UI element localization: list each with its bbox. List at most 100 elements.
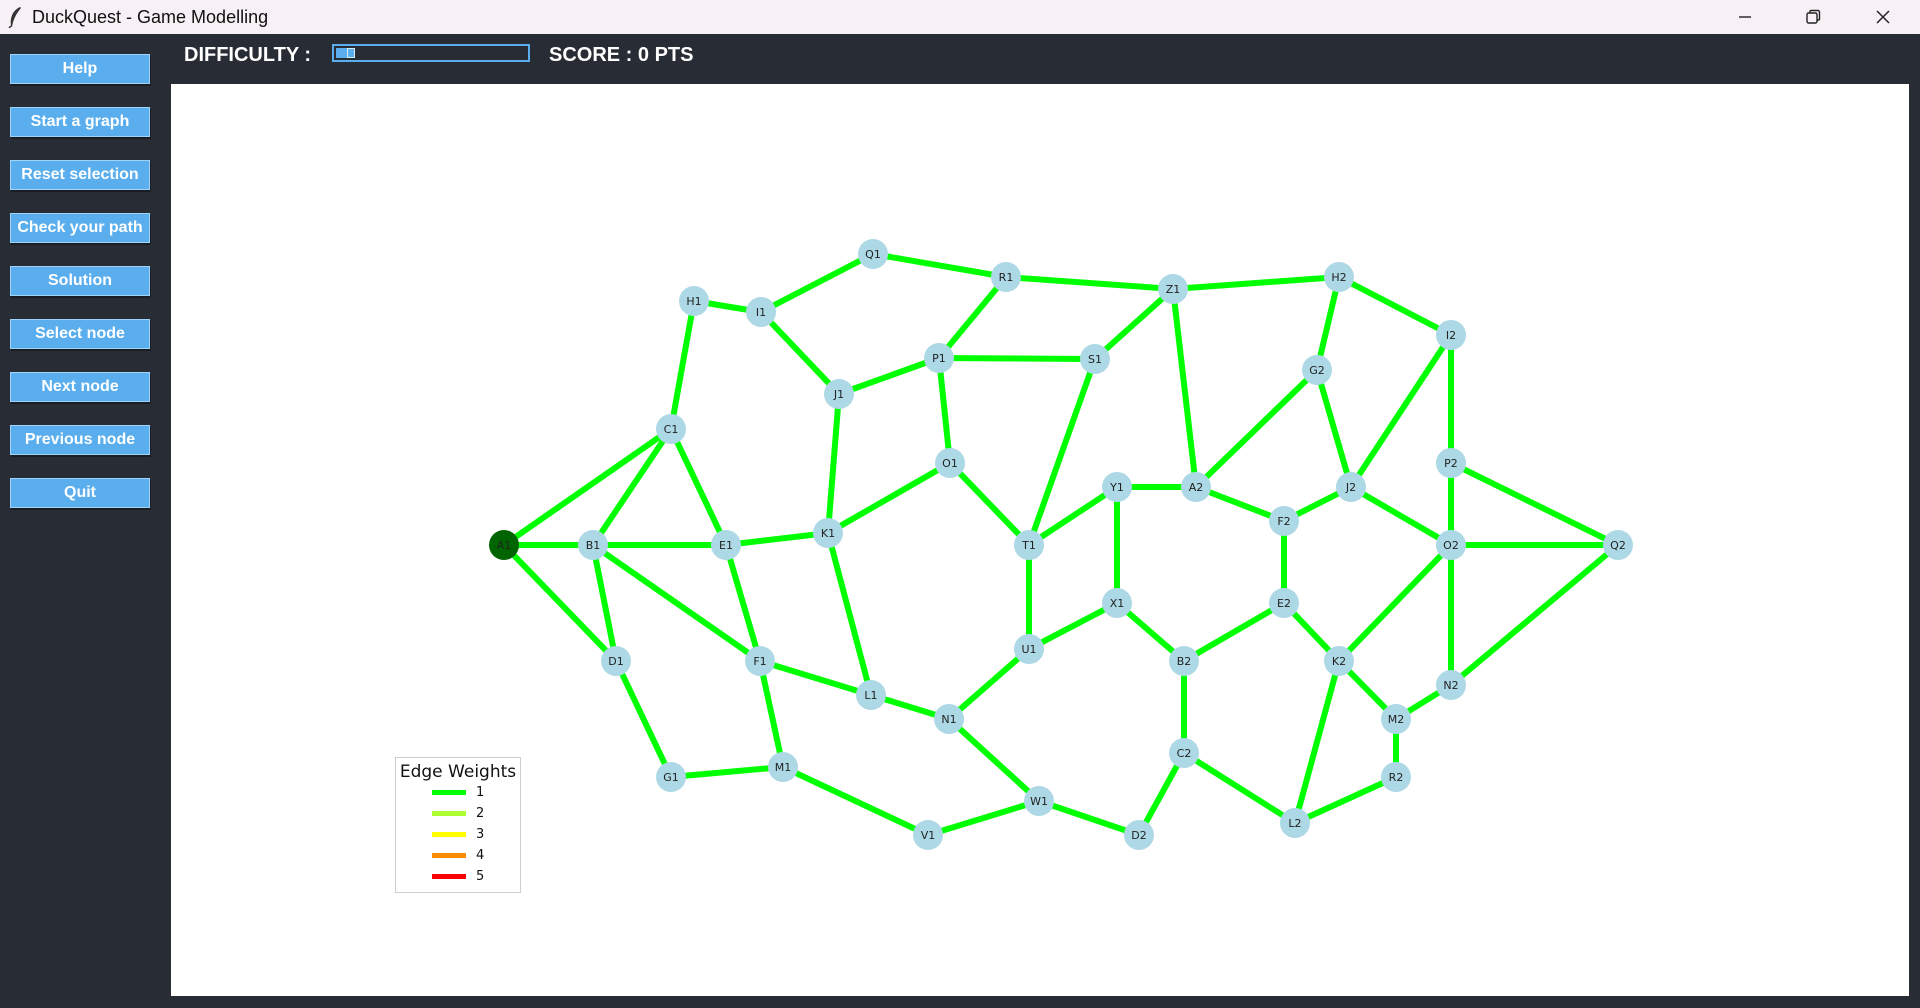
node-X1[interactable]: X1 <box>1102 588 1132 618</box>
previous-node-button[interactable]: Previous node <box>10 425 150 455</box>
node-label: B2 <box>1177 655 1192 668</box>
select-node-button[interactable]: Select node <box>10 319 150 349</box>
restore-button[interactable] <box>1780 0 1846 34</box>
node-A1[interactable]: A1 <box>489 530 519 560</box>
node-Q2[interactable]: Q2 <box>1603 530 1633 560</box>
help-button[interactable]: Help <box>10 54 150 84</box>
node-label: B1 <box>586 539 601 552</box>
legend-label: 3 <box>476 827 485 842</box>
edge-N1-W1 <box>946 716 1042 804</box>
node-V1[interactable]: V1 <box>913 820 943 850</box>
node-D1[interactable]: D1 <box>601 646 631 676</box>
node-M1[interactable]: M1 <box>768 752 798 782</box>
node-Z1[interactable]: Z1 <box>1158 274 1188 304</box>
node-H2[interactable]: H2 <box>1324 262 1354 292</box>
node-Y1[interactable]: Y1 <box>1102 472 1132 502</box>
node-K2[interactable]: K2 <box>1324 646 1354 676</box>
node-I2[interactable]: I2 <box>1436 320 1466 350</box>
start-graph-button[interactable]: Start a graph <box>10 107 150 137</box>
node-C1[interactable]: C1 <box>656 414 686 444</box>
node-label: F2 <box>1277 515 1290 528</box>
node-G1[interactable]: G1 <box>656 762 686 792</box>
node-label: D1 <box>608 655 623 668</box>
node-C2[interactable]: C2 <box>1169 738 1199 768</box>
node-E2[interactable]: E2 <box>1269 588 1299 618</box>
node-I1[interactable]: I1 <box>746 297 776 327</box>
node-label: A2 <box>1189 481 1204 494</box>
edge-H2-I2 <box>1337 274 1453 338</box>
edge-N2-Q2 <box>1449 542 1620 688</box>
node-label: I2 <box>1446 329 1456 342</box>
node-B2[interactable]: B2 <box>1169 646 1199 676</box>
node-U1[interactable]: U1 <box>1014 634 1044 664</box>
legend-label: 2 <box>476 806 485 821</box>
node-T1[interactable]: T1 <box>1014 530 1044 560</box>
node-D2[interactable]: D2 <box>1124 820 1154 850</box>
edge-I2-J2 <box>1348 333 1454 489</box>
node-W1[interactable]: W1 <box>1024 786 1054 816</box>
node-A2[interactable]: A2 <box>1181 472 1211 502</box>
node-E1[interactable]: E1 <box>711 530 741 560</box>
edge-B2-E2 <box>1182 600 1286 664</box>
node-label: L1 <box>864 689 877 702</box>
close-icon <box>1876 10 1890 24</box>
edge-W1-D2 <box>1038 798 1140 838</box>
legend-label: 4 <box>476 848 485 863</box>
title-bar: DuckQuest - Game Modelling <box>0 0 1920 34</box>
minimize-button[interactable] <box>1712 0 1778 34</box>
edge-weights-legend: Edge Weights 1 2 3 4 5 <box>395 757 521 893</box>
edge-M1-V1 <box>781 764 930 838</box>
legend-item: 2 <box>432 803 520 824</box>
solution-button[interactable]: Solution <box>10 266 150 296</box>
node-label: L2 <box>1288 817 1301 830</box>
edge-N1-U1 <box>947 646 1031 722</box>
node-O2[interactable]: O2 <box>1436 530 1466 560</box>
edge-B1-F1 <box>591 542 762 664</box>
graph-canvas[interactable]: A1 B1 C1 D1 E1 F1 G1 H1 I1 J1 K1 L1 M1 N1 O1 P1 Q1 R1 S1 T1… <box>171 84 1909 996</box>
node-label: N1 <box>941 713 956 726</box>
node-label: S1 <box>1088 353 1102 366</box>
node-label: D2 <box>1131 829 1146 842</box>
node-P1[interactable]: P1 <box>924 343 954 373</box>
node-R2[interactable]: R2 <box>1381 762 1411 792</box>
node-O1[interactable]: O1 <box>935 448 965 478</box>
node-label: E1 <box>719 539 733 552</box>
check-path-button[interactable]: Check your path <box>10 213 150 243</box>
node-L2[interactable]: L2 <box>1280 808 1310 838</box>
close-button[interactable] <box>1850 0 1916 34</box>
legend-swatch <box>432 790 466 795</box>
node-label: Y1 <box>1109 481 1124 494</box>
node-M2[interactable]: M2 <box>1381 704 1411 734</box>
node-F2[interactable]: F2 <box>1269 506 1299 536</box>
quit-button[interactable]: Quit <box>10 478 150 508</box>
node-Q1[interactable]: Q1 <box>858 239 888 269</box>
node-label: F1 <box>753 655 766 668</box>
node-label: P1 <box>932 352 946 365</box>
edge-O2-K2 <box>1336 542 1454 664</box>
node-H1[interactable]: H1 <box>679 286 709 316</box>
node-J1[interactable]: J1 <box>824 379 854 409</box>
node-N1[interactable]: N1 <box>934 704 964 734</box>
node-S1[interactable]: S1 <box>1080 344 1110 374</box>
edge-E1-K1 <box>725 530 829 548</box>
legend-swatch <box>432 832 466 837</box>
node-F1[interactable]: F1 <box>745 646 775 676</box>
node-K1[interactable]: K1 <box>813 518 843 548</box>
node-label: U1 <box>1021 643 1036 656</box>
node-label: J2 <box>1345 481 1356 494</box>
edge-P1-S1 <box>938 355 1096 362</box>
next-node-button[interactable]: Next node <box>10 372 150 402</box>
node-label: M1 <box>775 761 792 774</box>
node-L1[interactable]: L1 <box>856 680 886 710</box>
node-B1[interactable]: B1 <box>578 530 608 560</box>
node-G2[interactable]: G2 <box>1302 355 1332 385</box>
node-label: J1 <box>833 388 844 401</box>
node-label: P2 <box>1444 457 1458 470</box>
node-P2[interactable]: P2 <box>1436 448 1466 478</box>
node-R1[interactable]: R1 <box>991 262 1021 292</box>
difficulty-slider[interactable] <box>332 44 530 62</box>
reset-selection-button[interactable]: Reset selection <box>10 160 150 190</box>
node-J2[interactable]: J2 <box>1336 472 1366 502</box>
node-N2[interactable]: N2 <box>1436 670 1466 700</box>
difficulty-handle[interactable] <box>347 48 355 58</box>
